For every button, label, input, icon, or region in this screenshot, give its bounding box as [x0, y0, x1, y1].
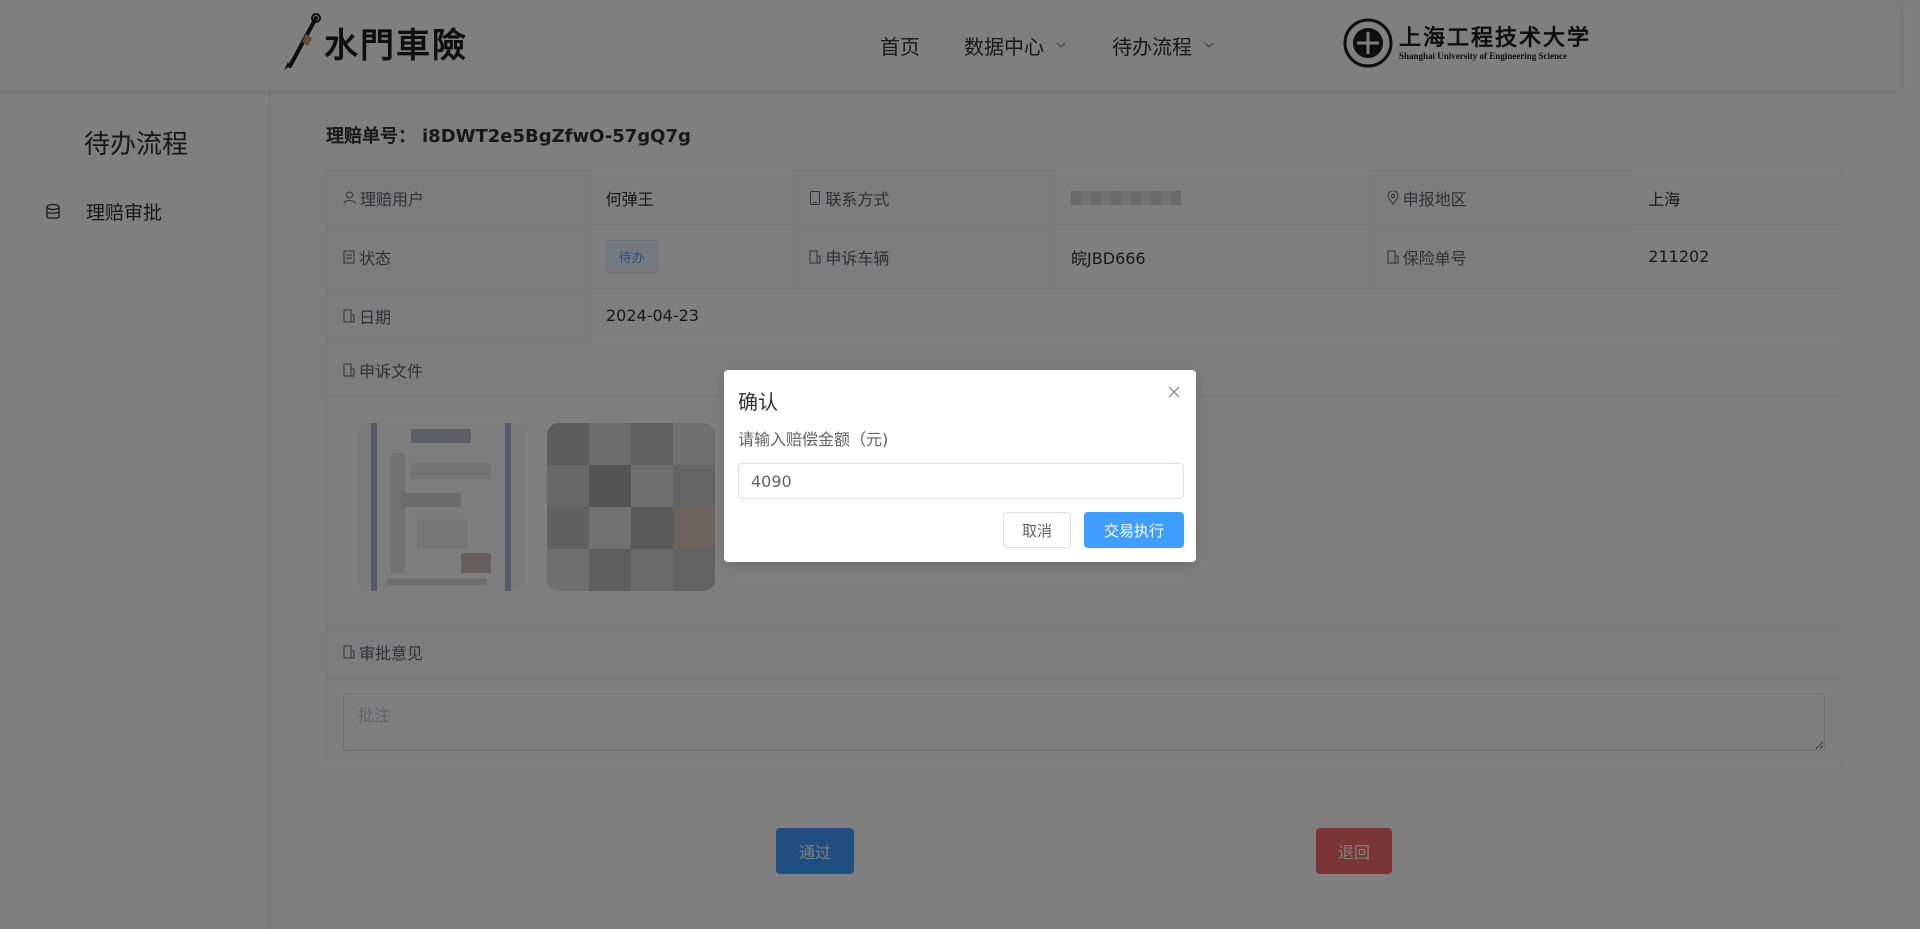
dialog-message: 请输入赔偿金额（元) — [738, 430, 889, 449]
confirm-dialog: 确认 请输入赔偿金额（元) 取消 交易执行 — [724, 370, 1196, 562]
cancel-button[interactable]: 取消 — [1003, 512, 1071, 548]
amount-input[interactable] — [738, 463, 1184, 499]
execute-transaction-button[interactable]: 交易执行 — [1084, 512, 1184, 548]
close-icon[interactable] — [1166, 384, 1182, 400]
dialog-title: 确认 — [738, 390, 778, 414]
